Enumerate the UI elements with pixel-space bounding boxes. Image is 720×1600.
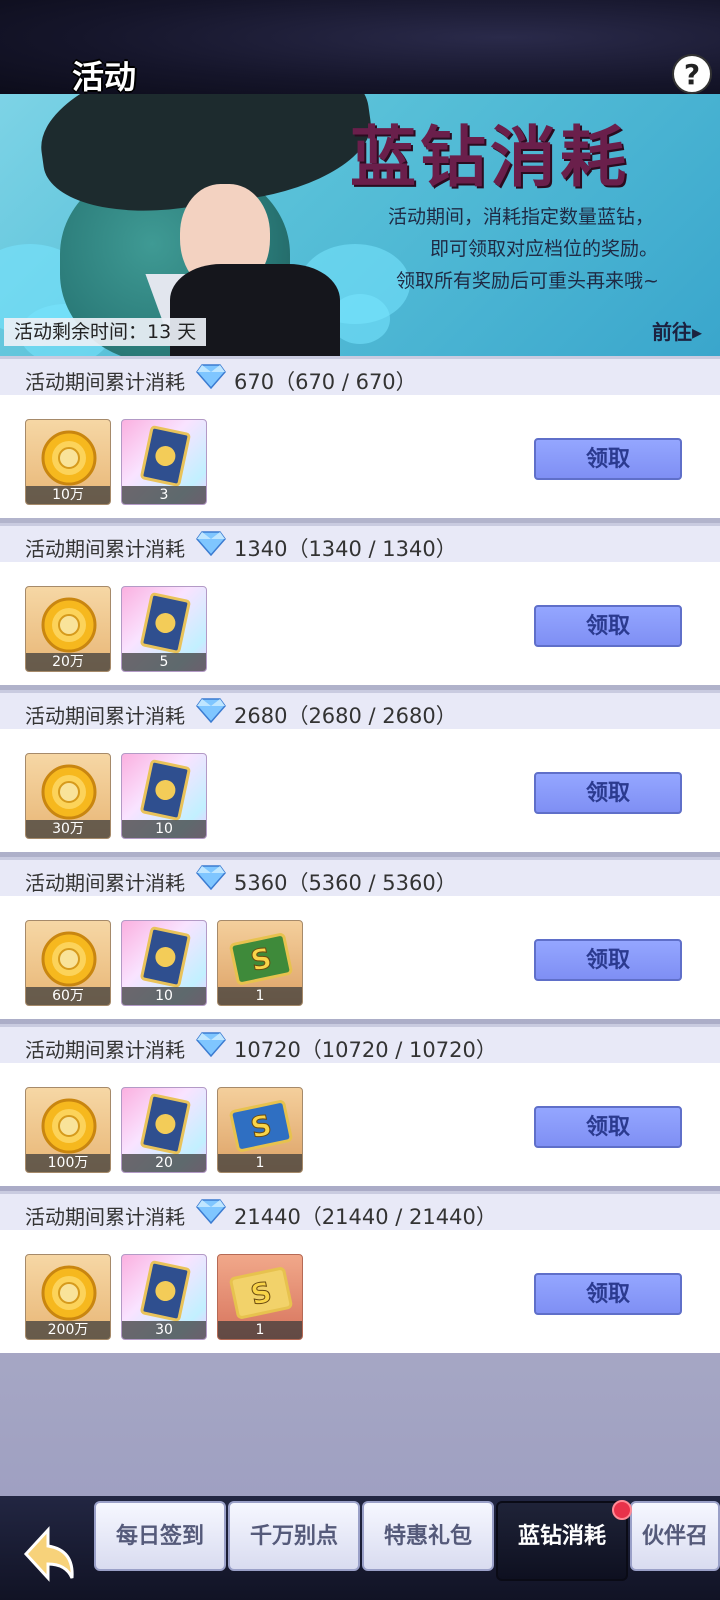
reward-item[interactable]: 10万 — [25, 419, 111, 505]
reward-count: 30 — [122, 1321, 206, 1339]
tier-label: 活动期间累计消耗 — [25, 704, 185, 728]
reward-count: 10万 — [26, 486, 110, 504]
banner-desc-line-2: 即可领取对应档位的奖励。 — [430, 238, 659, 260]
tab-3[interactable]: 特惠礼包 — [362, 1501, 494, 1571]
card-icon — [140, 1260, 191, 1322]
claim-button[interactable]: 领取 — [534, 939, 682, 981]
tier-header: 活动期间累计消耗 1340（1340 / 1340） — [0, 526, 720, 562]
card-icon — [140, 1093, 191, 1155]
claim-button[interactable]: 领取 — [534, 772, 682, 814]
tier-label: 活动期间累计消耗 — [25, 871, 185, 895]
card-icon — [140, 926, 191, 988]
reward-item[interactable]: S1 — [217, 1087, 303, 1173]
claim-button[interactable]: 领取 — [534, 1273, 682, 1315]
blue-diamond-icon — [196, 364, 226, 389]
reward-count: 200万 — [26, 1321, 110, 1339]
card-icon — [140, 592, 191, 654]
reward-item[interactable]: 100万 — [25, 1087, 111, 1173]
goto-button[interactable]: 前往▸ — [652, 316, 702, 345]
reward-item[interactable]: S1 — [217, 1254, 303, 1340]
tier-row: 活动期间累计消耗 2680（2680 / 2680） 领取 30万 10 — [0, 690, 720, 852]
coin-icon — [41, 1098, 97, 1154]
tab-1[interactable]: 每日签到 — [94, 1501, 226, 1571]
reward-count: 10 — [122, 987, 206, 1005]
reward-item[interactable]: 10 — [121, 920, 207, 1006]
tier-amount: 2680（2680 / 2680） — [234, 704, 457, 728]
card-icon — [140, 759, 191, 821]
reward-item[interactable]: 30 — [121, 1254, 207, 1340]
tier-amount: 10720（10720 / 10720） — [234, 1038, 497, 1062]
reward-count: 20万 — [26, 653, 110, 671]
banner-desc-line-3: 领取所有奖励后可重头再来哦~ — [396, 270, 659, 292]
tab-2[interactable]: 千万别点 — [228, 1501, 360, 1571]
claim-button[interactable]: 领取 — [534, 438, 682, 480]
reward-item[interactable]: 30万 — [25, 753, 111, 839]
reward-count: 3 — [122, 486, 206, 504]
help-icon[interactable]: ? — [672, 54, 712, 94]
tier-header: 活动期间累计消耗 5360（5360 / 5360） — [0, 860, 720, 896]
tier-amount: 5360（5360 / 5360） — [234, 871, 457, 895]
reward-count: 20 — [122, 1154, 206, 1172]
reward-count: 60万 — [26, 987, 110, 1005]
tier-label: 活动期间累计消耗 — [25, 1205, 185, 1229]
reward-count: 1 — [218, 1154, 302, 1172]
tier-header: 活动期间累计消耗 670（670 / 670） — [0, 359, 720, 395]
tier-label: 活动期间累计消耗 — [25, 370, 185, 394]
banner-title: 蓝钻消耗 — [350, 118, 630, 196]
back-arrow-icon[interactable] — [18, 1526, 82, 1584]
reward-count: 10 — [122, 820, 206, 838]
tier-header: 活动期间累计消耗 2680（2680 / 2680） — [0, 693, 720, 729]
tab-5[interactable]: 伙伴召 — [630, 1501, 720, 1571]
tier-amount: 1340（1340 / 1340） — [234, 537, 457, 561]
tier-header: 活动期间累计消耗 10720（10720 / 10720） — [0, 1027, 720, 1063]
tab-4[interactable]: 蓝钻消耗 — [496, 1501, 628, 1581]
s-ticket-icon: S — [229, 1100, 293, 1152]
blue-diamond-icon — [196, 531, 226, 556]
remaining-time: 活动剩余时间：13 天 — [4, 318, 207, 346]
blue-diamond-icon — [196, 1199, 226, 1224]
tier-amount: 21440（21440 / 21440） — [234, 1205, 497, 1229]
tier-header: 活动期间累计消耗 21440（21440 / 21440） — [0, 1194, 720, 1230]
page-title: 活动 — [72, 58, 137, 96]
tier-row: 活动期间累计消耗 670（670 / 670） 领取 10万 3 — [0, 356, 720, 518]
reward-count: 1 — [218, 1321, 302, 1339]
reward-count: 30万 — [26, 820, 110, 838]
reward-item[interactable]: 20万 — [25, 586, 111, 672]
notification-dot — [612, 1500, 632, 1520]
tier-label: 活动期间累计消耗 — [25, 1038, 185, 1062]
reward-item[interactable]: 5 — [121, 586, 207, 672]
tier-label: 活动期间累计消耗 — [25, 537, 185, 561]
blue-diamond-icon — [196, 1032, 226, 1057]
reward-count: 5 — [122, 653, 206, 671]
s-ticket-icon: S — [229, 933, 293, 985]
reward-item[interactable]: 10 — [121, 753, 207, 839]
coin-icon — [41, 764, 97, 820]
reward-item[interactable]: 3 — [121, 419, 207, 505]
tier-row: 活动期间累计消耗 5360（5360 / 5360） 领取 60万 10 S1 — [0, 857, 720, 1019]
s-ticket-icon: S — [229, 1267, 293, 1319]
blue-diamond-icon — [196, 865, 226, 890]
reward-item[interactable]: 20 — [121, 1087, 207, 1173]
tier-row: 活动期间累计消耗 10720（10720 / 10720） 领取 100万 20… — [0, 1024, 720, 1186]
claim-button[interactable]: 领取 — [534, 605, 682, 647]
tier-row: 活动期间累计消耗 1340（1340 / 1340） 领取 20万 5 — [0, 523, 720, 685]
reward-count: 100万 — [26, 1154, 110, 1172]
reward-item[interactable]: 60万 — [25, 920, 111, 1006]
reward-item[interactable]: 200万 — [25, 1254, 111, 1340]
reward-count: 1 — [218, 987, 302, 1005]
reward-item[interactable]: S1 — [217, 920, 303, 1006]
coin-icon — [41, 1265, 97, 1321]
coin-icon — [41, 931, 97, 987]
coin-icon — [41, 430, 97, 486]
tier-row: 活动期间累计消耗 21440（21440 / 21440） 领取 200万 30… — [0, 1191, 720, 1353]
tier-amount: 670（670 / 670） — [234, 370, 417, 394]
coin-icon — [41, 597, 97, 653]
claim-button[interactable]: 领取 — [534, 1106, 682, 1148]
card-icon — [140, 425, 191, 487]
blue-diamond-icon — [196, 698, 226, 723]
banner-desc-line-1: 活动期间，消耗指定数量蓝钻， — [388, 206, 655, 228]
